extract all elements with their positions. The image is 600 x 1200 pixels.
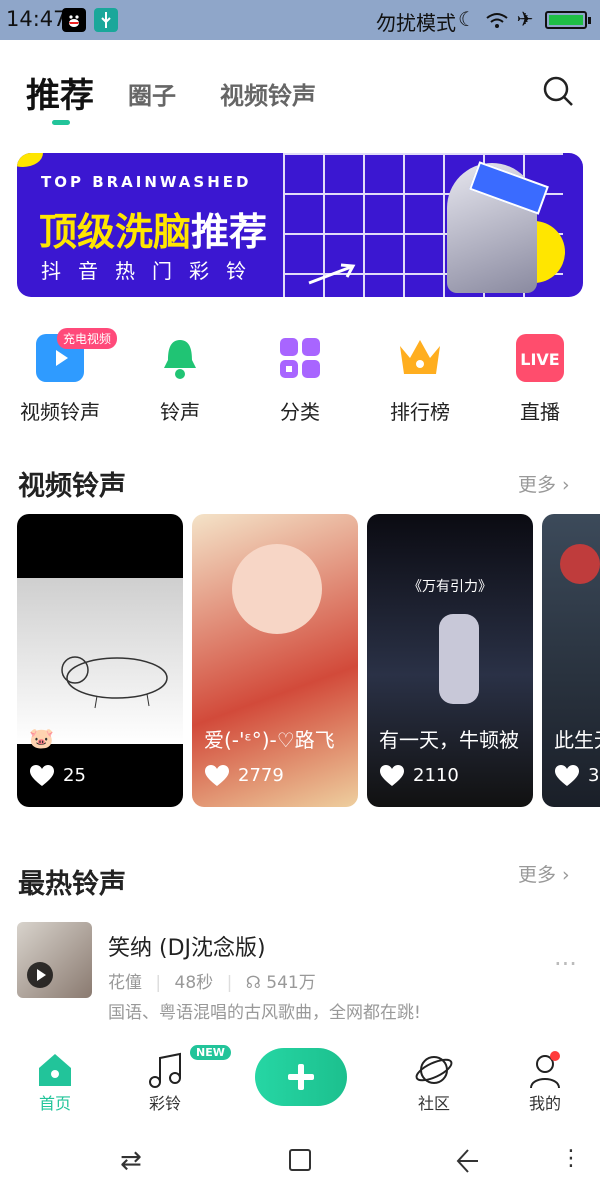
live-tv-icon: LIVE [516,334,564,382]
banner-top-text: TOP BRAINWASHED [41,173,252,191]
tab-recommend[interactable]: 推荐 [26,68,94,117]
hot-section-title: 最热铃声 [18,869,126,900]
video-card-title: 此生无 [554,728,600,752]
tab-video-ringtone[interactable]: 视频铃声 [220,76,316,111]
status-time: 14:47 [6,7,67,31]
category-label: 视频铃声 [20,400,100,424]
music-note-icon [145,1050,185,1090]
likes-count: 2110 [413,765,459,786]
song-item[interactable]: 笑纳 (DJ沈念版) 花僮 | 48秒 | ☊ 541万 国语、粤语混唱的古风歌… [17,920,583,1023]
video-card[interactable]: 🐷 25 [17,514,183,807]
nav-ringback[interactable]: 彩铃 [125,1050,205,1114]
song-description: 国语、粤语混唱的古风歌曲，全网都在跳! [108,1003,421,1023]
status-icons: ☾ ✈ [458,7,535,31]
song-plays: 541万 [266,973,316,993]
video-card-title: 有一天，牛顿被 [379,728,519,752]
qq-icon [62,8,86,32]
video-card-title: 爱(-'ᵋ°)-♡路飞 [204,728,335,752]
planet-icon [414,1050,454,1090]
live-text: LIVE [520,350,559,369]
song-name: 笑纳 (DJ沈念版) [108,936,266,961]
category-live[interactable]: LIVE 直播 [480,330,600,425]
likes-count: 3 [588,765,600,786]
category-label: 分类 [280,400,320,424]
crown-icon [396,334,444,382]
tab-circle[interactable]: 圈子 [128,76,176,111]
video-card-likes: 2110 [379,764,459,788]
thumbnail-decoration [560,544,600,584]
search-icon[interactable] [541,74,575,108]
battery-icon [545,11,591,29]
dnd-mode-label: 勿扰模式 [376,11,456,35]
video-card[interactable]: 《万有引力》 有一天，牛顿被 2110 [367,514,533,807]
banner-subtitle: 抖音热门彩铃 [41,259,263,283]
banner-title-yellow: 顶级洗脑 [39,210,192,254]
heart-icon [205,765,229,786]
charging-video-badge: 充电视频 [57,328,118,349]
video-card[interactable]: 此生无 3 [542,514,600,807]
likes-count: 2779 [238,765,284,786]
usb-icon [94,8,118,32]
nav-profile[interactable]: 我的 [505,1050,585,1114]
menu-icon[interactable]: ⋮ [560,1146,582,1171]
moon-icon: ☾ [458,7,478,31]
grid-icon [276,334,324,382]
nav-community[interactable]: 社区 [394,1050,474,1114]
airplane-icon: ✈ [516,7,536,31]
nav-label: 社区 [417,1094,450,1113]
heart-icon [380,765,404,786]
user-icon [525,1050,565,1090]
banner-title-white: 推荐 [191,210,268,254]
back-icon[interactable] [454,1148,480,1174]
arrow-icon [308,263,356,285]
create-plus-button[interactable] [255,1048,347,1106]
bell-icon [156,334,204,382]
nav-label: 我的 [528,1094,561,1113]
heart-icon [555,765,579,786]
song-artist: 花僮 [108,973,142,993]
more-options-icon[interactable]: ··· [554,950,577,978]
anime-face [232,544,322,634]
nav-label: 首页 [38,1094,71,1113]
top-tabs: 推荐 圈子 视频铃声 [0,64,600,124]
wifi-icon [486,12,508,28]
video-card-title: 🐷 [29,726,54,750]
video-card-likes: 3 [554,764,599,788]
home-square-icon[interactable] [288,1148,312,1172]
song-duration: 48秒 [174,973,214,993]
active-tab-indicator [52,120,70,125]
system-nav: ⇄ ⋮ [0,1130,600,1200]
person-figure [439,614,479,704]
song-meta: 花僮 | 48秒 | ☊ 541万 [108,973,316,993]
status-bar: 14:47 勿扰模式 ☾ ✈ [0,0,600,40]
video-more-link[interactable]: 更多 › [518,470,570,497]
category-classify[interactable]: 分类 [240,330,360,425]
promo-banner[interactable]: TOP BRAINWASHED 顶级洗脑推荐 抖音热门彩铃 [17,153,583,297]
hot-more-link[interactable]: 更多 › [518,860,570,887]
category-ranking[interactable]: 排行榜 [360,330,480,425]
pig-drawing [61,656,168,709]
video-card[interactable]: 爱(-'ᵋ°)-♡路飞 2779 [192,514,358,807]
nav-label: 彩铃 [148,1094,181,1113]
video-section-title: 视频铃声 [18,471,126,502]
video-thumbnail [17,578,183,744]
switch-icon[interactable]: ⇄ [120,1146,142,1176]
category-label: 排行榜 [390,400,450,424]
banner-title: 顶级洗脑推荐 [39,201,267,256]
category-ringtone[interactable]: 铃声 [120,330,240,425]
bottom-nav: 首页 彩铃 社区 我的 [0,1040,600,1130]
banner-yellow-dot [17,153,43,167]
heart-icon [30,765,54,786]
category-label: 直播 [520,400,560,424]
category-label: 铃声 [160,400,200,424]
new-badge: NEW [190,1045,231,1060]
home-icon [35,1050,75,1090]
video-overlay-text: 《万有引力》 [408,579,492,595]
likes-count: 25 [63,765,86,786]
play-icon[interactable] [27,962,53,988]
video-card-likes: 25 [29,764,86,788]
video-card-likes: 2779 [204,764,284,788]
nav-home[interactable]: 首页 [15,1050,95,1114]
headphones-icon: ☊ [245,973,261,993]
